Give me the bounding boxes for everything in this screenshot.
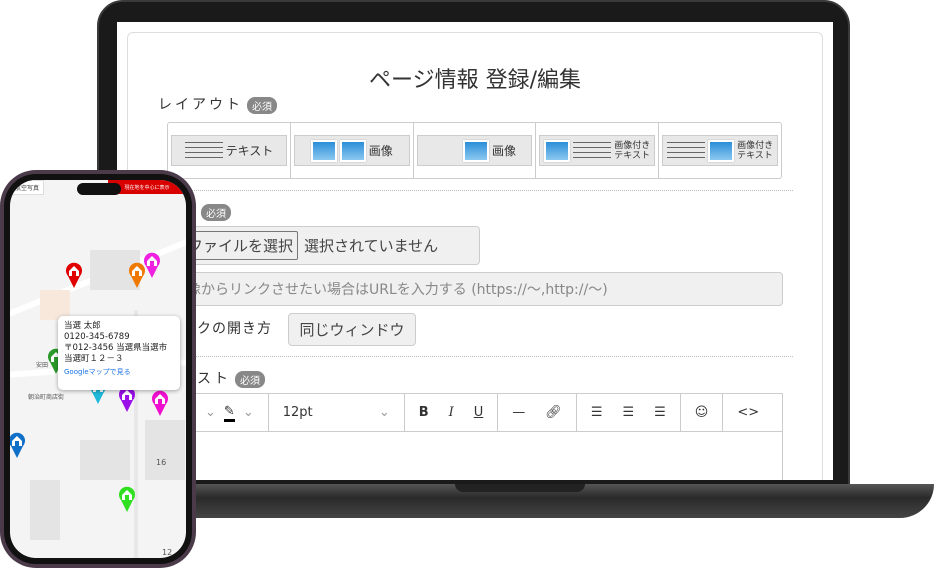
layout-option-image-right-text[interactable]: 画像付き テキスト	[662, 135, 778, 166]
option-label: テキスト	[225, 144, 274, 158]
laptop-notch	[455, 484, 585, 492]
chevron-down-icon[interactable]: ⌄	[243, 405, 254, 420]
option-label: 画像付き	[614, 140, 651, 151]
source-code-icon[interactable]: <>	[737, 405, 759, 420]
image-icon	[544, 139, 571, 162]
layout-option-image-left-text[interactable]: 画像付き テキスト	[539, 135, 656, 166]
chevron-down-icon: ⌄	[378, 405, 390, 420]
text-label: スト 必須	[197, 368, 265, 388]
image-file-input[interactable]: ファイルを選択 選択されていません	[180, 226, 480, 265]
align-left-icon[interactable]: ☰	[591, 405, 603, 420]
chevron-down-icon[interactable]: ⌄	[205, 405, 216, 420]
phone-frame: 航空写真 現在地を中心に表示 安田 朝治町商店街 16 12 当選 太郎 012…	[0, 170, 196, 568]
text-lines-icon	[184, 141, 223, 160]
image-icon	[708, 139, 735, 162]
block-number: 16	[156, 458, 167, 467]
google-maps-link[interactable]: Googleマップで見る	[64, 367, 174, 378]
street-label: 朝治町商店街	[28, 394, 65, 401]
popup-phone: 0120-345-6789	[64, 332, 130, 342]
text-lines-icon	[573, 141, 612, 160]
file-status: 選択されていません	[304, 237, 439, 255]
text-label-text: スト	[197, 371, 231, 387]
layout-label-text: レイアウト	[158, 97, 243, 113]
option-label: テキスト	[737, 150, 773, 161]
layout-option-text[interactable]: テキスト	[171, 135, 287, 166]
required-badge: 必須	[247, 96, 277, 114]
building	[145, 420, 185, 480]
map-view[interactable]: 航空写真 現在地を中心に表示 安田 朝治町商店街 16 12 当選 太郎 012…	[10, 180, 186, 558]
popup-address: 当選町１２－３	[64, 354, 124, 364]
divider	[167, 356, 793, 357]
popup-name: 当選 太郎	[64, 321, 101, 331]
align-center-icon[interactable]: ☰	[622, 405, 634, 420]
page-title: ページ情報 登録/編集	[369, 68, 581, 93]
image-icon	[462, 139, 489, 162]
link-open-label: クの開き方	[197, 321, 272, 337]
map-pin-icon[interactable]	[10, 432, 26, 458]
highlight-color-icon[interactable]: ✎	[223, 404, 235, 422]
building	[80, 440, 130, 480]
map-pin-icon[interactable]	[151, 390, 169, 416]
map-pin-icon[interactable]	[65, 262, 83, 288]
link-url-input[interactable]: 像からリンクさせたい場合はURLを入力する (https://〜,http://…	[180, 272, 783, 306]
dynamic-island	[77, 183, 121, 195]
option-label: 画像	[491, 144, 516, 158]
required-badge: 必須	[201, 204, 231, 221]
popup-address: 〒012-3456 当選県当選市	[64, 343, 168, 353]
map-pin-icon[interactable]	[118, 486, 136, 512]
image-icon	[339, 139, 366, 162]
building	[30, 480, 60, 540]
option-label: 画像	[368, 144, 393, 158]
text-lines-icon	[667, 141, 706, 160]
image-icon	[310, 139, 337, 162]
horizontal-rule-icon[interactable]: —	[512, 405, 525, 420]
laptop-screen: ページ情報 登録/編集 レイアウト 必須 テキスト 画像 画像 画像付き テキスト …	[117, 22, 833, 480]
bold-icon[interactable]: B	[419, 405, 429, 420]
layout-label: レイアウト 必須	[158, 94, 277, 114]
editor-toolbar: ⌄ ✎ ⌄ 12pt ⌄ B I U — 🔗︎ ☰ ☰ ☰ ☺ <>	[180, 393, 783, 432]
underline-icon[interactable]: U	[474, 405, 484, 420]
align-right-icon[interactable]: ☰	[654, 405, 666, 420]
layout-options: テキスト 画像 画像 画像付き テキスト 画像付き テキスト	[167, 122, 782, 179]
link-icon[interactable]: 🔗︎	[545, 405, 562, 420]
choose-file-button[interactable]: ファイルを選択	[183, 231, 299, 260]
info-popup: 当選 太郎 0120-345-6789 〒012-3456 当選県当選市 当選町…	[58, 316, 180, 390]
map-type-button[interactable]: 航空写真	[10, 180, 45, 195]
option-label: 画像付き	[737, 140, 774, 151]
required-badge: 必須	[235, 370, 265, 388]
map-pin-icon[interactable]	[143, 252, 161, 278]
font-size-select[interactable]: 12pt ⌄	[269, 394, 405, 431]
divider	[167, 190, 793, 191]
layout-option-image[interactable]: 画像	[416, 135, 533, 166]
italic-icon[interactable]: I	[449, 405, 454, 420]
editor-body[interactable]	[180, 431, 783, 480]
layout-option-two-images[interactable]: 画像	[293, 135, 410, 166]
font-size-value: 12pt	[282, 405, 313, 420]
emoji-icon[interactable]: ☺	[695, 405, 709, 420]
link-open-select[interactable]: 同じウィンドウ	[288, 313, 416, 346]
option-label: テキスト	[614, 150, 651, 161]
block-number: 12	[162, 548, 173, 557]
